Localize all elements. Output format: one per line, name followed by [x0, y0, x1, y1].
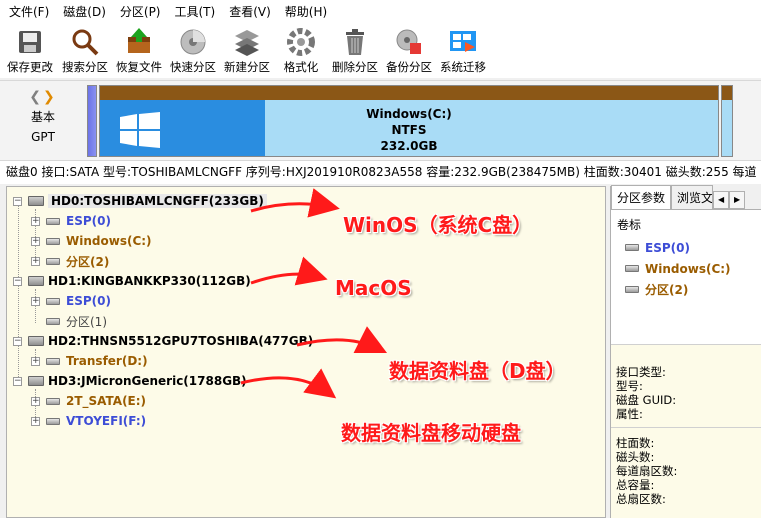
search-partition-button[interactable]: 搜索分区: [58, 24, 112, 78]
tab-strip: 分区参数 浏览文 ◀ ▶: [611, 185, 761, 210]
disk-info-bar: 磁盘0 接口:SATA 型号:TOSHIBAMLCNGFF 序列号:HXJ201…: [0, 160, 761, 184]
backup-icon: [394, 27, 424, 57]
menu-file[interactable]: 文件(F): [2, 0, 56, 24]
save-changes-button[interactable]: 保存更改: [2, 24, 58, 78]
menu-help[interactable]: 帮助(H): [278, 0, 334, 24]
delete-partition-button[interactable]: 删除分区: [328, 24, 382, 78]
field-cylinders: 柱面数:: [616, 436, 655, 450]
tab-browse-files[interactable]: 浏览文: [671, 185, 714, 209]
field-total-capacity: 总容量:: [616, 478, 655, 492]
properties-panel: 分区参数 浏览文 ◀ ▶ 卷标 ESP(0) Windows(C:) 分区(2)…: [610, 185, 761, 518]
backup-partition-button[interactable]: 备份分区: [382, 24, 436, 78]
new-partition-button[interactable]: 新建分区: [220, 24, 274, 78]
menu-view[interactable]: 查看(V): [222, 0, 278, 24]
field-sectors-per-track: 每道扇区数:: [616, 464, 678, 478]
tab-partition-params[interactable]: 分区参数: [611, 185, 672, 209]
new-partition-icon: [232, 27, 262, 57]
disk-nav: ❮❯ 基本 GPT: [0, 81, 86, 161]
disk-type-basic: 基本: [30, 110, 55, 124]
format-icon: [286, 27, 316, 57]
migrate-icon: [448, 27, 478, 57]
partition-fs: NTFS: [391, 123, 427, 137]
annotation-external-disk: 数据资料盘移动硬盘: [341, 421, 521, 445]
partition-block-esp[interactable]: [87, 85, 97, 157]
annotation-data-disk: 数据资料盘（D盘）: [389, 359, 566, 383]
disk-map: ❮❯ 基本 GPT Windows(C:) NTFS 232.0GB: [0, 80, 761, 160]
field-total-sectors: 总扇区数:: [616, 492, 666, 506]
disk-properties: 接口类型: 型号: 磁盘 GUID: 属性: 柱面数: 磁头数: 每道扇区数: …: [611, 344, 761, 518]
next-disk-arrow-icon[interactable]: ❯: [43, 89, 57, 105]
format-button[interactable]: 格式化: [274, 24, 328, 78]
field-disk-guid: 磁盘 GUID:: [616, 393, 677, 407]
save-icon: [15, 27, 45, 57]
menu-partition[interactable]: 分区(P): [113, 0, 168, 24]
rp-vol-esp[interactable]: ESP(0): [611, 237, 761, 258]
field-interface-type: 接口类型:: [616, 365, 666, 379]
tab-scroll-left-icon[interactable]: ◀: [713, 191, 730, 209]
field-model: 型号:: [616, 379, 643, 393]
volume-icon: [625, 244, 639, 251]
tab-scroll-right-icon[interactable]: ▶: [729, 191, 746, 209]
volume-label-heading: 卷标: [617, 218, 642, 232]
partition-block-windows[interactable]: Windows(C:) NTFS 232.0GB: [99, 85, 719, 157]
arrow-hd0: [250, 188, 340, 218]
partition-block-2[interactable]: [721, 85, 733, 157]
field-attributes: 属性:: [616, 407, 643, 421]
arrow-hd1: [250, 256, 328, 286]
delete-icon: [340, 27, 370, 57]
menu-tools[interactable]: 工具(T): [168, 0, 223, 24]
prev-disk-arrow-icon[interactable]: ❮: [29, 89, 43, 105]
quick-partition-icon: [178, 27, 208, 57]
field-heads: 磁头数:: [616, 450, 655, 464]
menu-disk[interactable]: 磁盘(D): [56, 0, 113, 24]
toolbar: 保存更改 搜索分区 恢复文件 快速分区 新建分区 格式化 删除分区 备份分区 系…: [0, 24, 761, 78]
disk-tree-panel: − HD0:TOSHIBAMLCNGFF(233GB) + ESP(0) + W…: [6, 186, 606, 518]
arrow-hd3: [240, 368, 337, 399]
annotation-winos: WinOS（系统C盘）: [343, 213, 533, 237]
volume-icon: [625, 265, 639, 272]
rp-vol-p2[interactable]: 分区(2): [611, 279, 761, 300]
restore-file-icon: [124, 27, 154, 57]
rp-vol-windows[interactable]: Windows(C:): [611, 258, 761, 279]
restore-file-button[interactable]: 恢复文件: [112, 24, 166, 78]
menu-bar: 文件(F) 磁盘(D) 分区(P) 工具(T) 查看(V) 帮助(H): [0, 0, 761, 24]
partition-name: Windows(C:): [366, 107, 452, 121]
partition-size: 232.0GB: [380, 139, 438, 153]
annotation-macos: MacOS: [335, 276, 412, 300]
quick-partition-button[interactable]: 快速分区: [166, 24, 220, 78]
search-icon: [70, 27, 100, 57]
arrow-hd2: [296, 326, 388, 354]
volume-icon: [625, 286, 639, 293]
disk-type-gpt: GPT: [31, 130, 55, 144]
system-migrate-button[interactable]: 系统迁移: [436, 24, 490, 78]
